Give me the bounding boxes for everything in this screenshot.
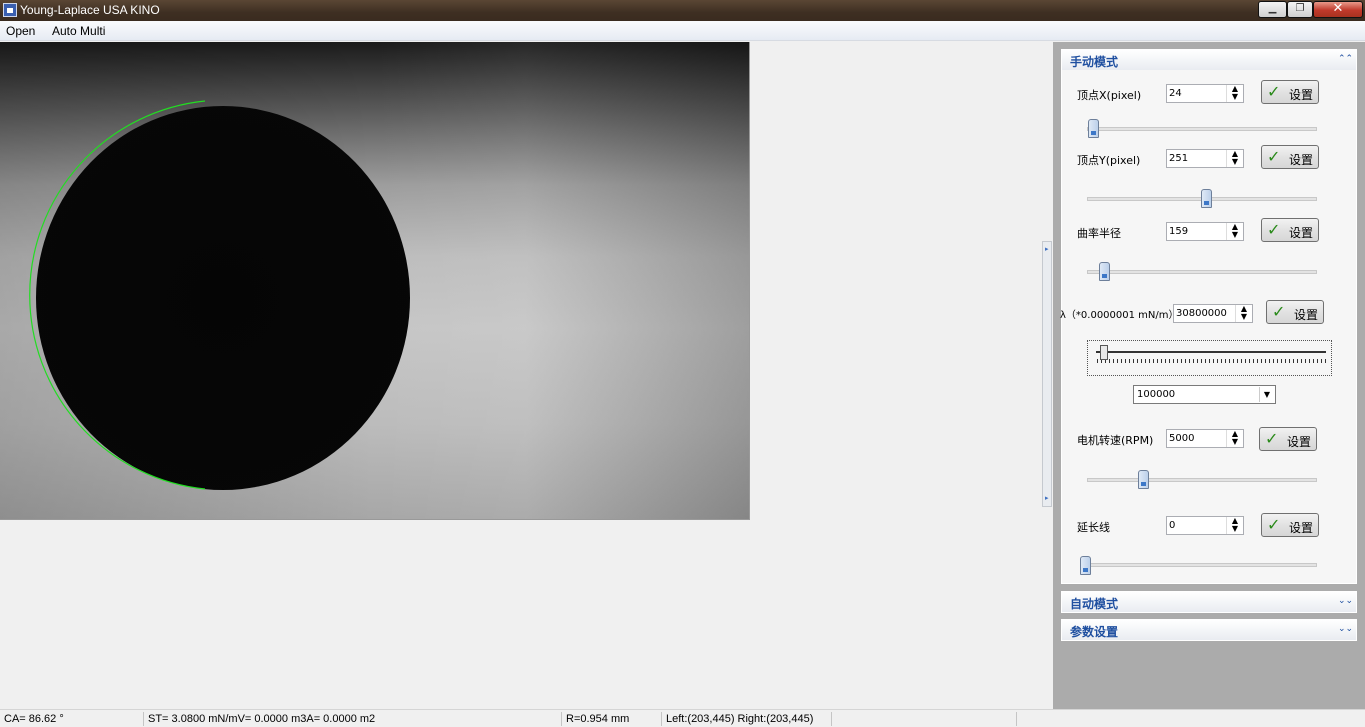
extension-line-set-label: 设置: [1289, 521, 1314, 535]
maximize-button[interactable]: ❐: [1287, 1, 1313, 18]
vertex-y-set-label: 设置: [1289, 153, 1314, 167]
status-extra: [832, 712, 1017, 726]
auto-mode-group[interactable]: 自动模式 ⌄⌄: [1061, 591, 1357, 613]
lambda-value: 30800000: [1176, 308, 1227, 319]
manual-mode-header[interactable]: 手动模式 ⌃⌃: [1062, 50, 1356, 70]
vertex-x-slider-thumb[interactable]: [1088, 119, 1099, 138]
radius-slider[interactable]: [1087, 270, 1317, 274]
spin-arrows-icon[interactable]: ▲ ▼: [1226, 517, 1243, 534]
droplet-image-view[interactable]: [0, 42, 750, 520]
motor-speed-set-button[interactable]: ✓ 设置: [1259, 427, 1317, 451]
radius-label: 曲率半径: [1077, 227, 1121, 240]
extension-line-set-button[interactable]: ✓ 设置: [1261, 513, 1319, 537]
motor-speed-slider[interactable]: [1087, 478, 1317, 482]
double-chevron-up-icon[interactable]: ⌃⌃: [1338, 54, 1353, 66]
param-settings-header[interactable]: 参数设置 ⌄⌄: [1062, 620, 1356, 640]
lambda-set-label: 设置: [1294, 308, 1319, 322]
menu-bar: [0, 21, 1365, 41]
vertex-y-slider-thumb[interactable]: [1201, 189, 1212, 208]
fit-curve-overlay: [29, 100, 206, 490]
lambda-input[interactable]: 30800000 ▲ ▼: [1173, 304, 1253, 323]
extension-line-value: 0: [1169, 520, 1176, 531]
spin-arrows-icon[interactable]: ▲ ▼: [1235, 305, 1252, 322]
lambda-set-button[interactable]: ✓ 设置: [1266, 300, 1324, 324]
radius-slider-thumb[interactable]: [1099, 262, 1110, 281]
motor-speed-input[interactable]: 5000 ▲ ▼: [1166, 429, 1244, 448]
vertex-y-label: 顶点Y(pixel): [1077, 154, 1141, 167]
vertex-x-input[interactable]: 24 ▲ ▼: [1166, 84, 1244, 103]
lambda-scale-select[interactable]: 100000 ▼: [1133, 385, 1276, 404]
motor-speed-label: 电机转速(RPM): [1077, 434, 1154, 447]
menu-open[interactable]: Open: [6, 24, 35, 38]
extension-line-input[interactable]: 0 ▲ ▼: [1166, 516, 1244, 535]
checkmark-icon: ✓: [1267, 220, 1281, 239]
auto-mode-header[interactable]: 自动模式 ⌄⌄: [1062, 592, 1356, 612]
splitter-arrow-icon: ▸: [1045, 245, 1049, 253]
vertex-x-value: 24: [1169, 88, 1182, 99]
checkmark-icon: ✓: [1267, 82, 1281, 101]
spin-arrows-icon[interactable]: ▲ ▼: [1226, 150, 1243, 167]
vertex-y-set-button[interactable]: ✓ 设置: [1261, 145, 1319, 169]
vertex-x-set-label: 设置: [1289, 88, 1314, 102]
checkmark-icon: ✓: [1265, 429, 1279, 448]
status-surface-tension: ST= 3.0800 mN/mV= 0.0000 m3A= 0.0000 m2: [144, 712, 562, 726]
lambda-slider-track: [1096, 351, 1326, 353]
vertex-x-set-button[interactable]: ✓ 设置: [1261, 80, 1319, 104]
extension-line-label: 延长线: [1077, 521, 1110, 534]
double-chevron-down-icon[interactable]: ⌄⌄: [1338, 596, 1353, 608]
splitter-arrow-icon: ▸: [1045, 494, 1049, 502]
lambda-slider-thumb[interactable]: [1100, 345, 1108, 360]
close-button[interactable]: ✕: [1313, 1, 1363, 18]
radius-set-button[interactable]: ✓ 设置: [1261, 218, 1319, 242]
vertex-x-label: 顶点X(pixel): [1077, 89, 1142, 102]
app-icon: [3, 3, 17, 17]
chevron-down-icon[interactable]: ▼: [1259, 387, 1274, 402]
title-bar: [0, 0, 1365, 21]
radius-input[interactable]: 159 ▲ ▼: [1166, 222, 1244, 241]
window-title: Young-Laplace USA KINO: [20, 3, 160, 17]
double-chevron-down-icon[interactable]: ⌄⌄: [1338, 624, 1353, 636]
extension-line-slider[interactable]: [1087, 563, 1317, 567]
param-settings-group[interactable]: 参数设置 ⌄⌄: [1061, 619, 1357, 641]
lambda-scale-value: 100000: [1137, 389, 1176, 400]
spin-arrows-icon[interactable]: ▲ ▼: [1226, 430, 1243, 447]
vertex-y-value: 251: [1169, 153, 1189, 164]
vertex-x-slider[interactable]: [1087, 127, 1317, 131]
radius-set-label: 设置: [1289, 226, 1314, 240]
spin-arrows-icon[interactable]: ▲ ▼: [1226, 85, 1243, 102]
checkmark-icon: ✓: [1267, 515, 1281, 534]
lambda-slider-ticks: [1097, 359, 1327, 363]
status-bar: CA= 86.62 ° ST= 3.0800 mN/mV= 0.0000 m3A…: [0, 709, 1365, 727]
checkmark-icon: ✓: [1267, 147, 1281, 166]
status-radius: R=0.954 mm: [562, 712, 662, 726]
status-left-right: Left:(203,445) Right:(203,445): [662, 712, 832, 726]
right-panel: 手动模式 ⌃⌃ 顶点X(pixel) 24 ▲ ▼ ✓ 设置 顶点Y(pixel)…: [1053, 42, 1365, 709]
lambda-label: λ（*0.0000001 mN/m）: [1060, 310, 1179, 321]
motor-speed-set-label: 设置: [1287, 435, 1312, 449]
auto-mode-title: 自动模式: [1070, 597, 1119, 611]
param-settings-title: 参数设置: [1070, 625, 1119, 639]
status-contact-angle: CA= 86.62 °: [0, 712, 144, 726]
checkmark-icon: ✓: [1272, 302, 1286, 321]
lambda-slider[interactable]: [1087, 340, 1332, 376]
manual-mode-title: 手动模式: [1070, 55, 1119, 69]
spin-arrows-icon[interactable]: ▲ ▼: [1226, 223, 1243, 240]
menu-auto-multi[interactable]: Auto Multi: [52, 24, 105, 38]
motor-speed-value: 5000: [1169, 433, 1195, 444]
motor-speed-slider-thumb[interactable]: [1138, 470, 1149, 489]
panel-splitter[interactable]: ▸ ▸: [1042, 241, 1052, 507]
manual-mode-group: 手动模式 ⌃⌃ 顶点X(pixel) 24 ▲ ▼ ✓ 设置 顶点Y(pixel)…: [1060, 49, 1357, 584]
vertex-y-input[interactable]: 251 ▲ ▼: [1166, 149, 1244, 168]
radius-value: 159: [1169, 226, 1189, 237]
fit-curve: [29, 100, 206, 490]
minimize-button[interactable]: ▁: [1258, 1, 1287, 18]
extension-line-slider-thumb[interactable]: [1080, 556, 1091, 575]
